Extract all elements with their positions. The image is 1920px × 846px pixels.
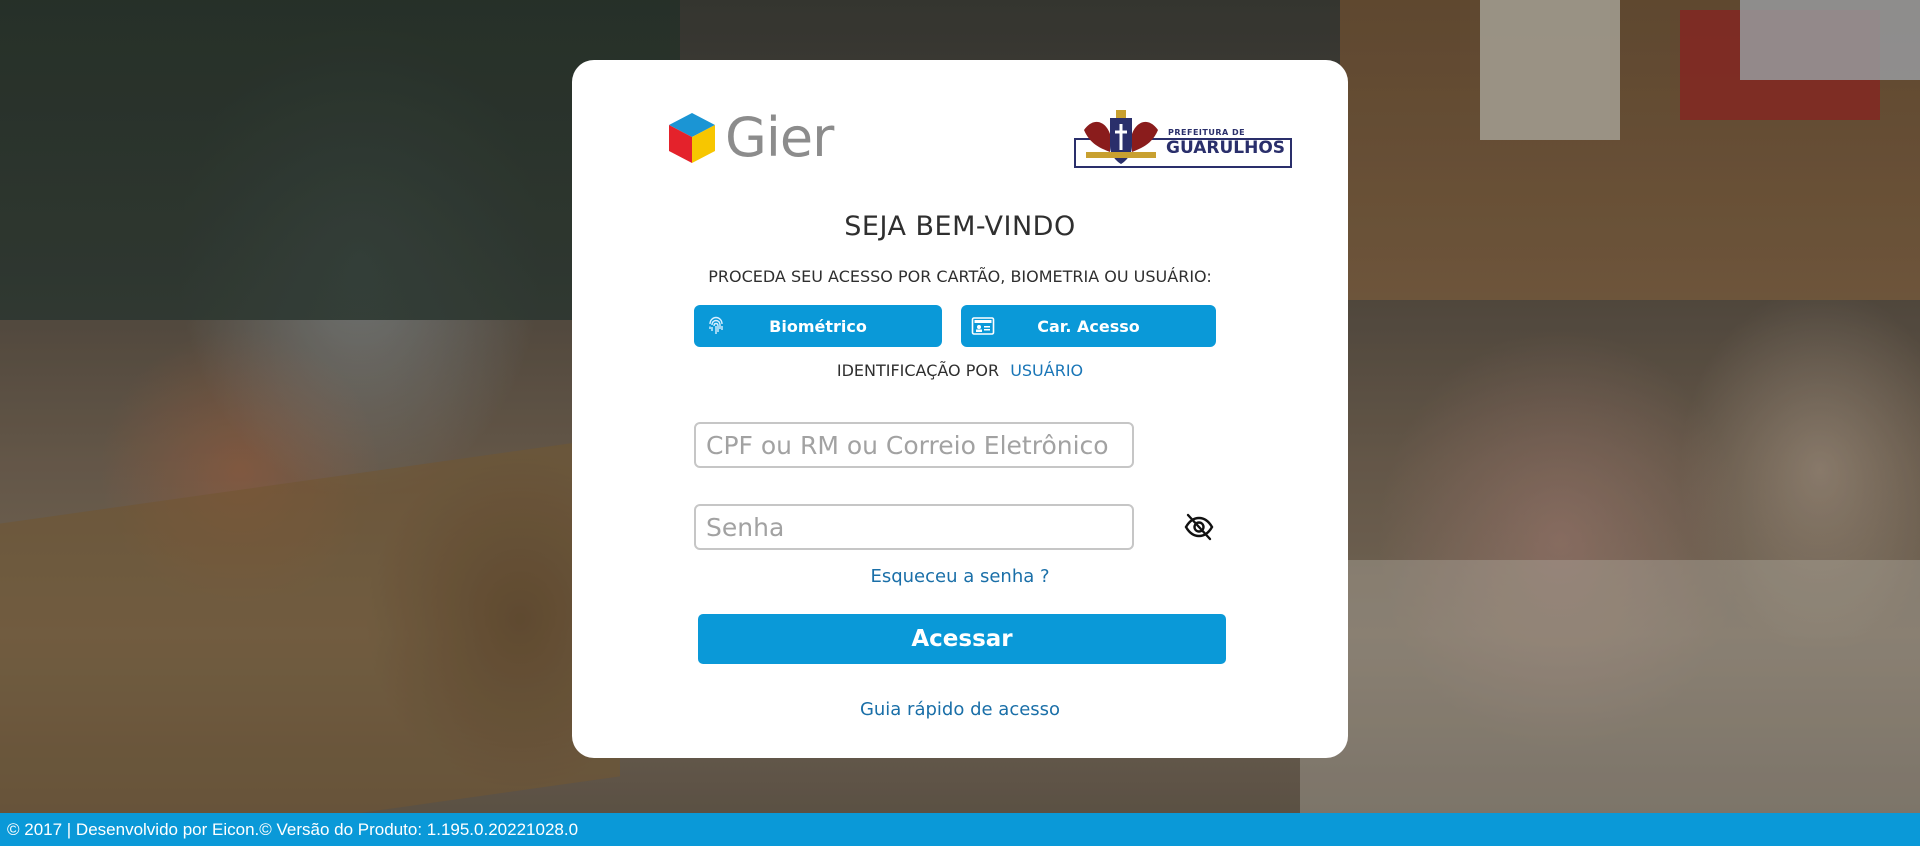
identification-user-link[interactable]: USUÁRIO [1010,361,1083,380]
fingerprint-icon [709,316,723,334]
login-card: Gier PREFEITURA DE GUARULHOS SEJA BEM-VI… [572,60,1348,758]
password-input[interactable] [694,504,1134,550]
footer-text: © 2017 | Desenvolvido por Eicon.© Versão… [7,820,579,839]
guarulhos-logo: PREFEITURA DE GUARULHOS [1072,108,1294,170]
city-logo-name: GUARULHOS [1166,138,1286,158]
login-page: Gier PREFEITURA DE GUARULHOS SEJA BEM-VI… [0,0,1920,846]
quick-guide-link[interactable]: Guia rápido de acesso [572,699,1348,720]
coat-of-arms-icon [1084,110,1158,164]
cube-logo-icon [669,113,715,163]
forgot-password-link[interactable]: Esqueceu a senha ? [572,566,1348,587]
eye-slash-icon[interactable] [1183,511,1215,543]
login-instructions: PROCEDA SEU ACESSO POR CARTÃO, BIOMETRIA… [708,267,1212,286]
id-card-icon [971,317,995,335]
biometric-button-label: Biométrico [769,316,867,336]
footer: © 2017 | Desenvolvido por Eicon.© Versão… [0,813,1920,846]
city-logo-caption: PREFEITURA DE [1168,128,1246,137]
gier-logo: Gier [667,106,834,169]
biometric-button[interactable]: Biométrico [694,305,942,347]
product-name: Gier [725,106,834,169]
access-card-button-label: Car. Acesso [1037,316,1140,336]
page-title: SEJA BEM-VINDO [844,211,1076,242]
access-card-button[interactable]: Car. Acesso [961,305,1216,347]
identification-prefix: IDENTIFICAÇÃO POR [836,361,1000,380]
submit-button[interactable]: Acessar [698,614,1226,664]
username-input[interactable] [694,422,1134,468]
identification-line: IDENTIFICAÇÃO POR USUÁRIO [572,361,1348,380]
